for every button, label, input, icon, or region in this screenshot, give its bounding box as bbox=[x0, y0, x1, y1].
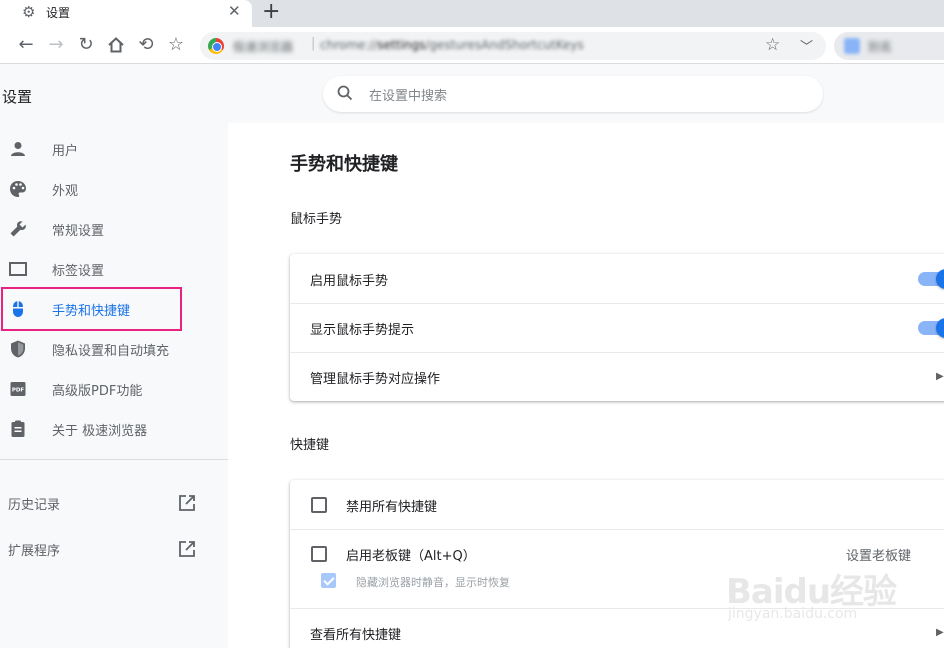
disable-all-shortcuts-checkbox[interactable] bbox=[311, 497, 327, 513]
mute-on-hide-checkbox[interactable] bbox=[321, 573, 336, 588]
close-icon[interactable]: ✕ bbox=[228, 2, 241, 20]
sidebar-divider bbox=[0, 459, 228, 460]
enable-mouse-gesture-row[interactable]: 启用鼠标手势 bbox=[290, 254, 944, 303]
show-gesture-hint-toggle[interactable] bbox=[918, 318, 944, 338]
browser-logo-icon bbox=[208, 38, 224, 54]
manage-gestures-row[interactable]: 管理鼠标手势对应操作 ▶ bbox=[290, 353, 944, 401]
profile-button[interactable]: 别名 bbox=[834, 32, 944, 60]
sidebar-link-history[interactable]: 历史记录 bbox=[0, 485, 228, 521]
mute-on-hide-label: 隐藏浏览器时静音，显示时恢复 bbox=[356, 576, 510, 589]
pdf-icon: PDF bbox=[10, 382, 26, 396]
chevron-right-icon: ▶ bbox=[936, 371, 944, 382]
open-external-icon bbox=[179, 541, 195, 557]
sidebar-link-label: 历史记录 bbox=[8, 498, 61, 513]
tab-strip: ⚙ 设置 ✕ + bbox=[0, 0, 944, 27]
checkbox-label: 启用老板键（Alt+Q） bbox=[346, 549, 476, 564]
sidebar-link-label: 扩展程序 bbox=[8, 544, 61, 559]
home-icon bbox=[108, 37, 124, 53]
tab-settings[interactable]: ⚙ 设置 ✕ bbox=[0, 0, 252, 27]
wrench-icon bbox=[10, 221, 26, 237]
star-icon[interactable]: ☆ bbox=[765, 35, 780, 55]
boss-key-checkbox[interactable] bbox=[311, 546, 327, 562]
search-input[interactable]: 在设置中搜索 bbox=[323, 76, 823, 112]
undo-button[interactable]: ⟲ bbox=[134, 33, 158, 57]
baidu-watermark: Baidu经验 jingyan.baidu.com bbox=[726, 560, 906, 630]
address-bar[interactable]: 极速浏览器 | chrome://settings/gesturesAndSho… bbox=[200, 32, 826, 60]
sidebar-item-general[interactable]: 常规设置 bbox=[0, 211, 228, 247]
row-label: 管理鼠标手势对应操作 bbox=[310, 372, 441, 387]
reload-button[interactable]: ↻ bbox=[74, 33, 98, 57]
svg-text:PDF: PDF bbox=[12, 388, 25, 394]
search-placeholder: 在设置中搜索 bbox=[369, 89, 448, 104]
site-name: 极速浏览器 bbox=[233, 40, 294, 54]
sidebar-item-label: 关于 极速浏览器 bbox=[52, 424, 148, 439]
page-title: 设置 bbox=[2, 88, 33, 106]
sidebar: 用户 外观 常规设置 标签设置 手势和快捷键 隐私设置和自动填充 PDF 高级版… bbox=[0, 123, 228, 648]
bookmark-star-button[interactable]: ☆ bbox=[164, 33, 188, 57]
sidebar-item-label: 标签设置 bbox=[52, 264, 105, 279]
sidebar-item-users[interactable]: 用户 bbox=[0, 131, 228, 167]
toggle-knob bbox=[936, 318, 944, 338]
chevron-down-icon[interactable]: ﹀ bbox=[800, 36, 813, 55]
sidebar-item-privacy[interactable]: 隐私设置和自动填充 bbox=[0, 331, 228, 367]
row-label: 查看所有快捷键 bbox=[310, 628, 402, 643]
open-external-icon bbox=[179, 495, 195, 511]
watermark-url: jingyan.baidu.com bbox=[728, 606, 858, 622]
chevron-right-icon: ▶ bbox=[936, 627, 944, 638]
search-icon bbox=[337, 85, 353, 101]
row-label: 显示鼠标手势提示 bbox=[310, 323, 415, 338]
tab-title: 设置 bbox=[46, 6, 71, 20]
person-icon bbox=[11, 142, 25, 156]
url-text: chrome://settings/gesturesAndShortcutKey… bbox=[320, 38, 584, 52]
row-label: 启用鼠标手势 bbox=[310, 274, 389, 289]
gear-icon: ⚙ bbox=[22, 3, 36, 21]
sidebar-item-label: 隐私设置和自动填充 bbox=[52, 344, 170, 359]
avatar bbox=[844, 38, 860, 54]
sidebar-item-pdf[interactable]: PDF 高级版PDF功能 bbox=[0, 371, 228, 407]
mouse-gesture-card: 启用鼠标手势 显示鼠标手势提示 管理鼠标手势对应操作 ▶ bbox=[290, 254, 944, 401]
settings-header: 设置 在设置中搜索 bbox=[0, 64, 944, 123]
back-button[interactable]: ← bbox=[14, 33, 38, 57]
forward-button[interactable]: → bbox=[44, 33, 68, 57]
sidebar-item-label: 用户 bbox=[52, 144, 79, 159]
checkbox-label: 禁用所有快捷键 bbox=[346, 500, 438, 515]
enable-mouse-gesture-toggle[interactable] bbox=[918, 269, 944, 289]
page-heading: 手势和快捷键 bbox=[290, 154, 398, 175]
sidebar-link-extensions[interactable]: 扩展程序 bbox=[0, 531, 228, 567]
mouse-gesture-section-title: 鼠标手势 bbox=[290, 212, 343, 227]
home-button[interactable] bbox=[104, 33, 128, 57]
sidebar-item-about[interactable]: 关于 极速浏览器 bbox=[0, 411, 228, 447]
profile-name: 别名 bbox=[868, 40, 893, 54]
palette-icon bbox=[10, 181, 26, 197]
sidebar-item-label: 外观 bbox=[52, 184, 79, 199]
shield-icon bbox=[11, 340, 25, 358]
toolbar: ← → ↻ ⟲ ☆ 极速浏览器 | chrome://settings/gest… bbox=[0, 27, 944, 64]
sidebar-item-label: 常规设置 bbox=[52, 224, 105, 239]
toggle-knob bbox=[936, 269, 944, 289]
shortcut-section-title: 快捷键 bbox=[290, 438, 330, 453]
new-tab-button[interactable]: + bbox=[262, 0, 280, 24]
sidebar-item-appearance[interactable]: 外观 bbox=[0, 171, 228, 207]
show-gesture-hint-row[interactable]: 显示鼠标手势提示 bbox=[290, 304, 944, 352]
url-separator: | bbox=[311, 36, 316, 51]
highlight-annotation bbox=[1, 287, 182, 331]
sidebar-item-label: 高级版PDF功能 bbox=[52, 384, 143, 399]
tab-icon bbox=[9, 262, 27, 276]
sidebar-item-tabs[interactable]: 标签设置 bbox=[0, 251, 228, 287]
clipboard-icon bbox=[11, 420, 25, 437]
disable-all-shortcuts-row[interactable]: 禁用所有快捷键 bbox=[290, 480, 944, 529]
